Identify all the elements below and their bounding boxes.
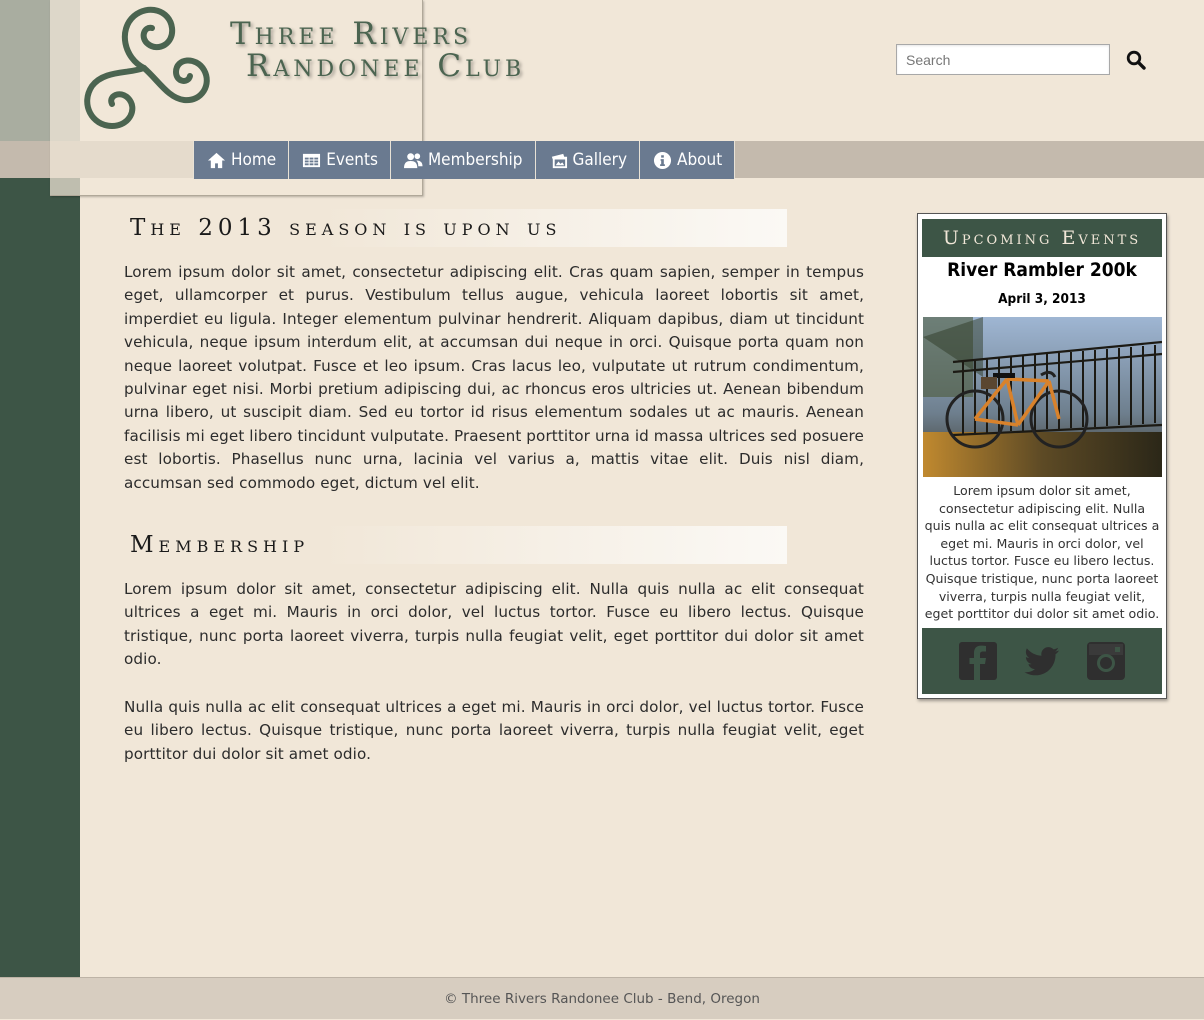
social-links <box>922 628 1162 694</box>
search-form <box>896 44 1146 75</box>
home-icon <box>207 152 226 168</box>
triskele-logo[interactable] <box>72 0 216 134</box>
users-icon <box>403 152 423 168</box>
event-description: Lorem ipsum dolor sit amet, consectetur … <box>924 483 1160 622</box>
nav-home[interactable]: Home <box>193 141 289 179</box>
nav-about-label: About <box>677 150 723 170</box>
event-photo[interactable] <box>923 317 1162 477</box>
search-icon[interactable] <box>1126 50 1146 70</box>
season-paragraph: Lorem ipsum dolor sit amet, consectetur … <box>124 263 864 492</box>
nav-membership-label: Membership <box>427 150 523 170</box>
info-icon <box>653 151 672 169</box>
upcoming-events-header: Upcoming Events <box>922 219 1162 257</box>
twitter-icon[interactable] <box>1023 642 1061 680</box>
nav-gallery[interactable]: Gallery <box>534 141 639 179</box>
site-title-line1: Three Rivers <box>230 16 473 52</box>
site-title[interactable]: Three Rivers Randonee Club <box>230 18 525 82</box>
footer: © Three Rivers Randonee Club - Bend, Ore… <box>0 977 1204 1019</box>
event-title[interactable]: River Rambler 200k <box>918 259 1166 281</box>
event-date: April 3, 2013 <box>998 291 1086 307</box>
photos-icon <box>551 153 567 168</box>
section-title-season: The 2013 season is upon us <box>124 209 787 247</box>
nav-about[interactable]: About <box>639 141 736 179</box>
main-nav: Home Events Membership Gallery About <box>193 141 736 179</box>
section-title-membership: Membership <box>124 526 787 565</box>
nav-membership[interactable]: Membership <box>389 141 535 179</box>
membership-paragraph-1: Lorem ipsum dolor sit amet, consectetur … <box>124 580 864 669</box>
site-title-line2: Randonee Club <box>246 48 526 84</box>
footer-text: © Three Rivers Randonee Club - Bend, Ore… <box>444 991 760 1007</box>
nav-events-label: Events <box>326 150 378 170</box>
search-input[interactable] <box>896 44 1110 75</box>
instagram-icon[interactable] <box>1087 642 1125 680</box>
upcoming-events-widget: Upcoming Events River Rambler 200k April… <box>917 213 1167 699</box>
nav-events[interactable]: Events <box>288 141 390 179</box>
membership-paragraph-2: Nulla quis nulla ac elit consequat ultri… <box>124 697 864 763</box>
calendar-icon <box>303 153 321 167</box>
main-content: The 2013 season is upon us Lorem ipsum d… <box>124 209 864 790</box>
facebook-icon[interactable] <box>959 642 997 680</box>
nav-home-label: Home <box>231 150 277 170</box>
nav-gallery-label: Gallery <box>572 150 627 170</box>
